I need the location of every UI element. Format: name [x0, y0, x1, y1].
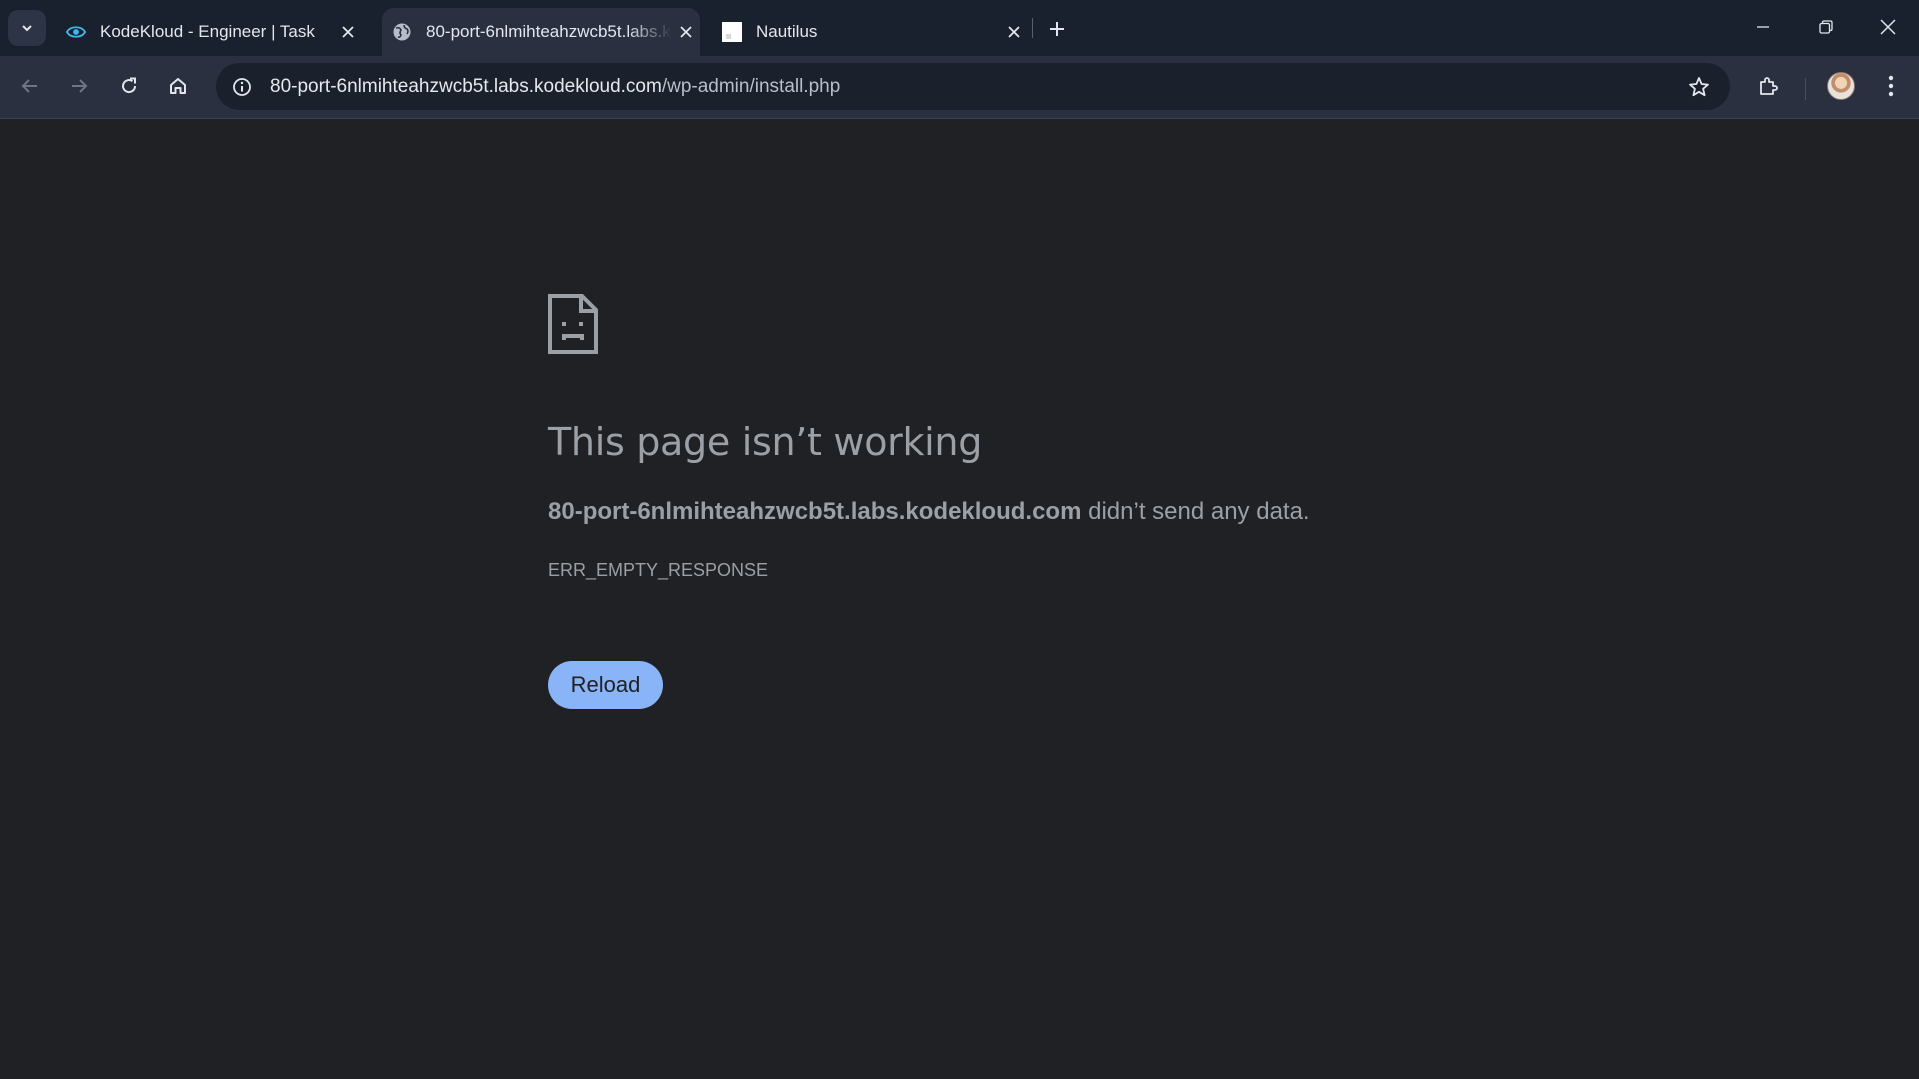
refresh-icon	[122, 77, 137, 94]
tab-search-button[interactable]	[8, 10, 46, 46]
arrow-right-icon	[72, 79, 88, 93]
tab-title: 80-port-6nlmihteahzwcb5t.labs.kodekloud.…	[426, 22, 672, 41]
error-description: 80-port-6nlmihteahzwcb5t.labs.kodekloud.…	[548, 498, 1310, 526]
error-host: 80-port-6nlmihteahzwcb5t.labs.kodekloud.…	[548, 498, 1082, 525]
close-icon[interactable]	[672, 18, 700, 46]
browser-menu-button[interactable]	[1873, 68, 1909, 104]
reload-toolbar-button[interactable]	[111, 68, 147, 104]
home-button[interactable]	[160, 68, 196, 104]
browser-toolbar: 80-port-6nlmihteahzwcb5t.labs.kodekloud.…	[0, 56, 1919, 119]
restore-button[interactable]	[1795, 0, 1857, 54]
plus-icon	[1050, 22, 1064, 36]
puzzle-piece-icon	[1760, 77, 1778, 95]
home-icon	[170, 78, 186, 94]
globe-icon	[392, 22, 412, 42]
kodekloud-eye-icon	[66, 22, 86, 42]
error-code: ERR_EMPTY_RESPONSE	[548, 560, 769, 580]
close-icon[interactable]	[1000, 18, 1028, 46]
tab-title: KodeKloud - Engineer | Task	[100, 22, 315, 41]
profile-button[interactable]	[1823, 68, 1859, 104]
url-path: /wp-admin/install.php	[661, 75, 841, 97]
back-button[interactable]	[12, 68, 48, 104]
tab-title: Nautilus	[756, 22, 818, 41]
blank-page-icon	[722, 22, 742, 42]
url-text[interactable]: 80-port-6nlmihteahzwcb5t.labs.kodekloud.…	[270, 76, 840, 98]
extensions-button[interactable]	[1750, 68, 1786, 104]
chevron-down-icon	[22, 25, 32, 32]
address-bar[interactable]: 80-port-6nlmihteahzwcb5t.labs.kodekloud.…	[216, 63, 1730, 110]
tab-divider	[1032, 18, 1033, 38]
page-content: This page isn’t working 80-port-6nlmihte…	[0, 120, 1919, 1079]
sad-page-icon	[548, 294, 598, 354]
reload-button[interactable]: Reload	[548, 661, 663, 709]
forward-button[interactable]	[61, 68, 97, 104]
close-window-button[interactable]	[1857, 0, 1919, 54]
restore-icon	[1819, 20, 1833, 34]
close-icon[interactable]	[334, 18, 362, 46]
tab-kodekloud[interactable]: KodeKloud - Engineer | Task	[62, 8, 362, 56]
site-info-icon[interactable]	[230, 75, 254, 99]
arrow-left-icon	[21, 79, 37, 93]
tab-nautilus[interactable]: Nautilus	[718, 8, 1028, 56]
close-icon	[1880, 19, 1896, 35]
error-title: This page isn’t working	[548, 420, 983, 464]
avatar	[1827, 72, 1855, 100]
minimize-button[interactable]	[1732, 0, 1794, 54]
tab-active-site[interactable]: 80-port-6nlmihteahzwcb5t.labs.kodekloud.…	[382, 8, 700, 56]
url-host: 80-port-6nlmihteahzwcb5t.labs.kodekloud.…	[270, 75, 662, 97]
error-message: didn’t send any data.	[1081, 498, 1310, 525]
bookmark-star-icon[interactable]	[1686, 74, 1712, 100]
toolbar-divider	[1805, 78, 1806, 100]
new-tab-button[interactable]	[1040, 12, 1074, 46]
more-vertical-icon	[1888, 75, 1894, 97]
minimize-icon	[1757, 26, 1769, 28]
tab-strip: KodeKloud - Engineer | Task 80-port-6nlm…	[0, 0, 1919, 56]
